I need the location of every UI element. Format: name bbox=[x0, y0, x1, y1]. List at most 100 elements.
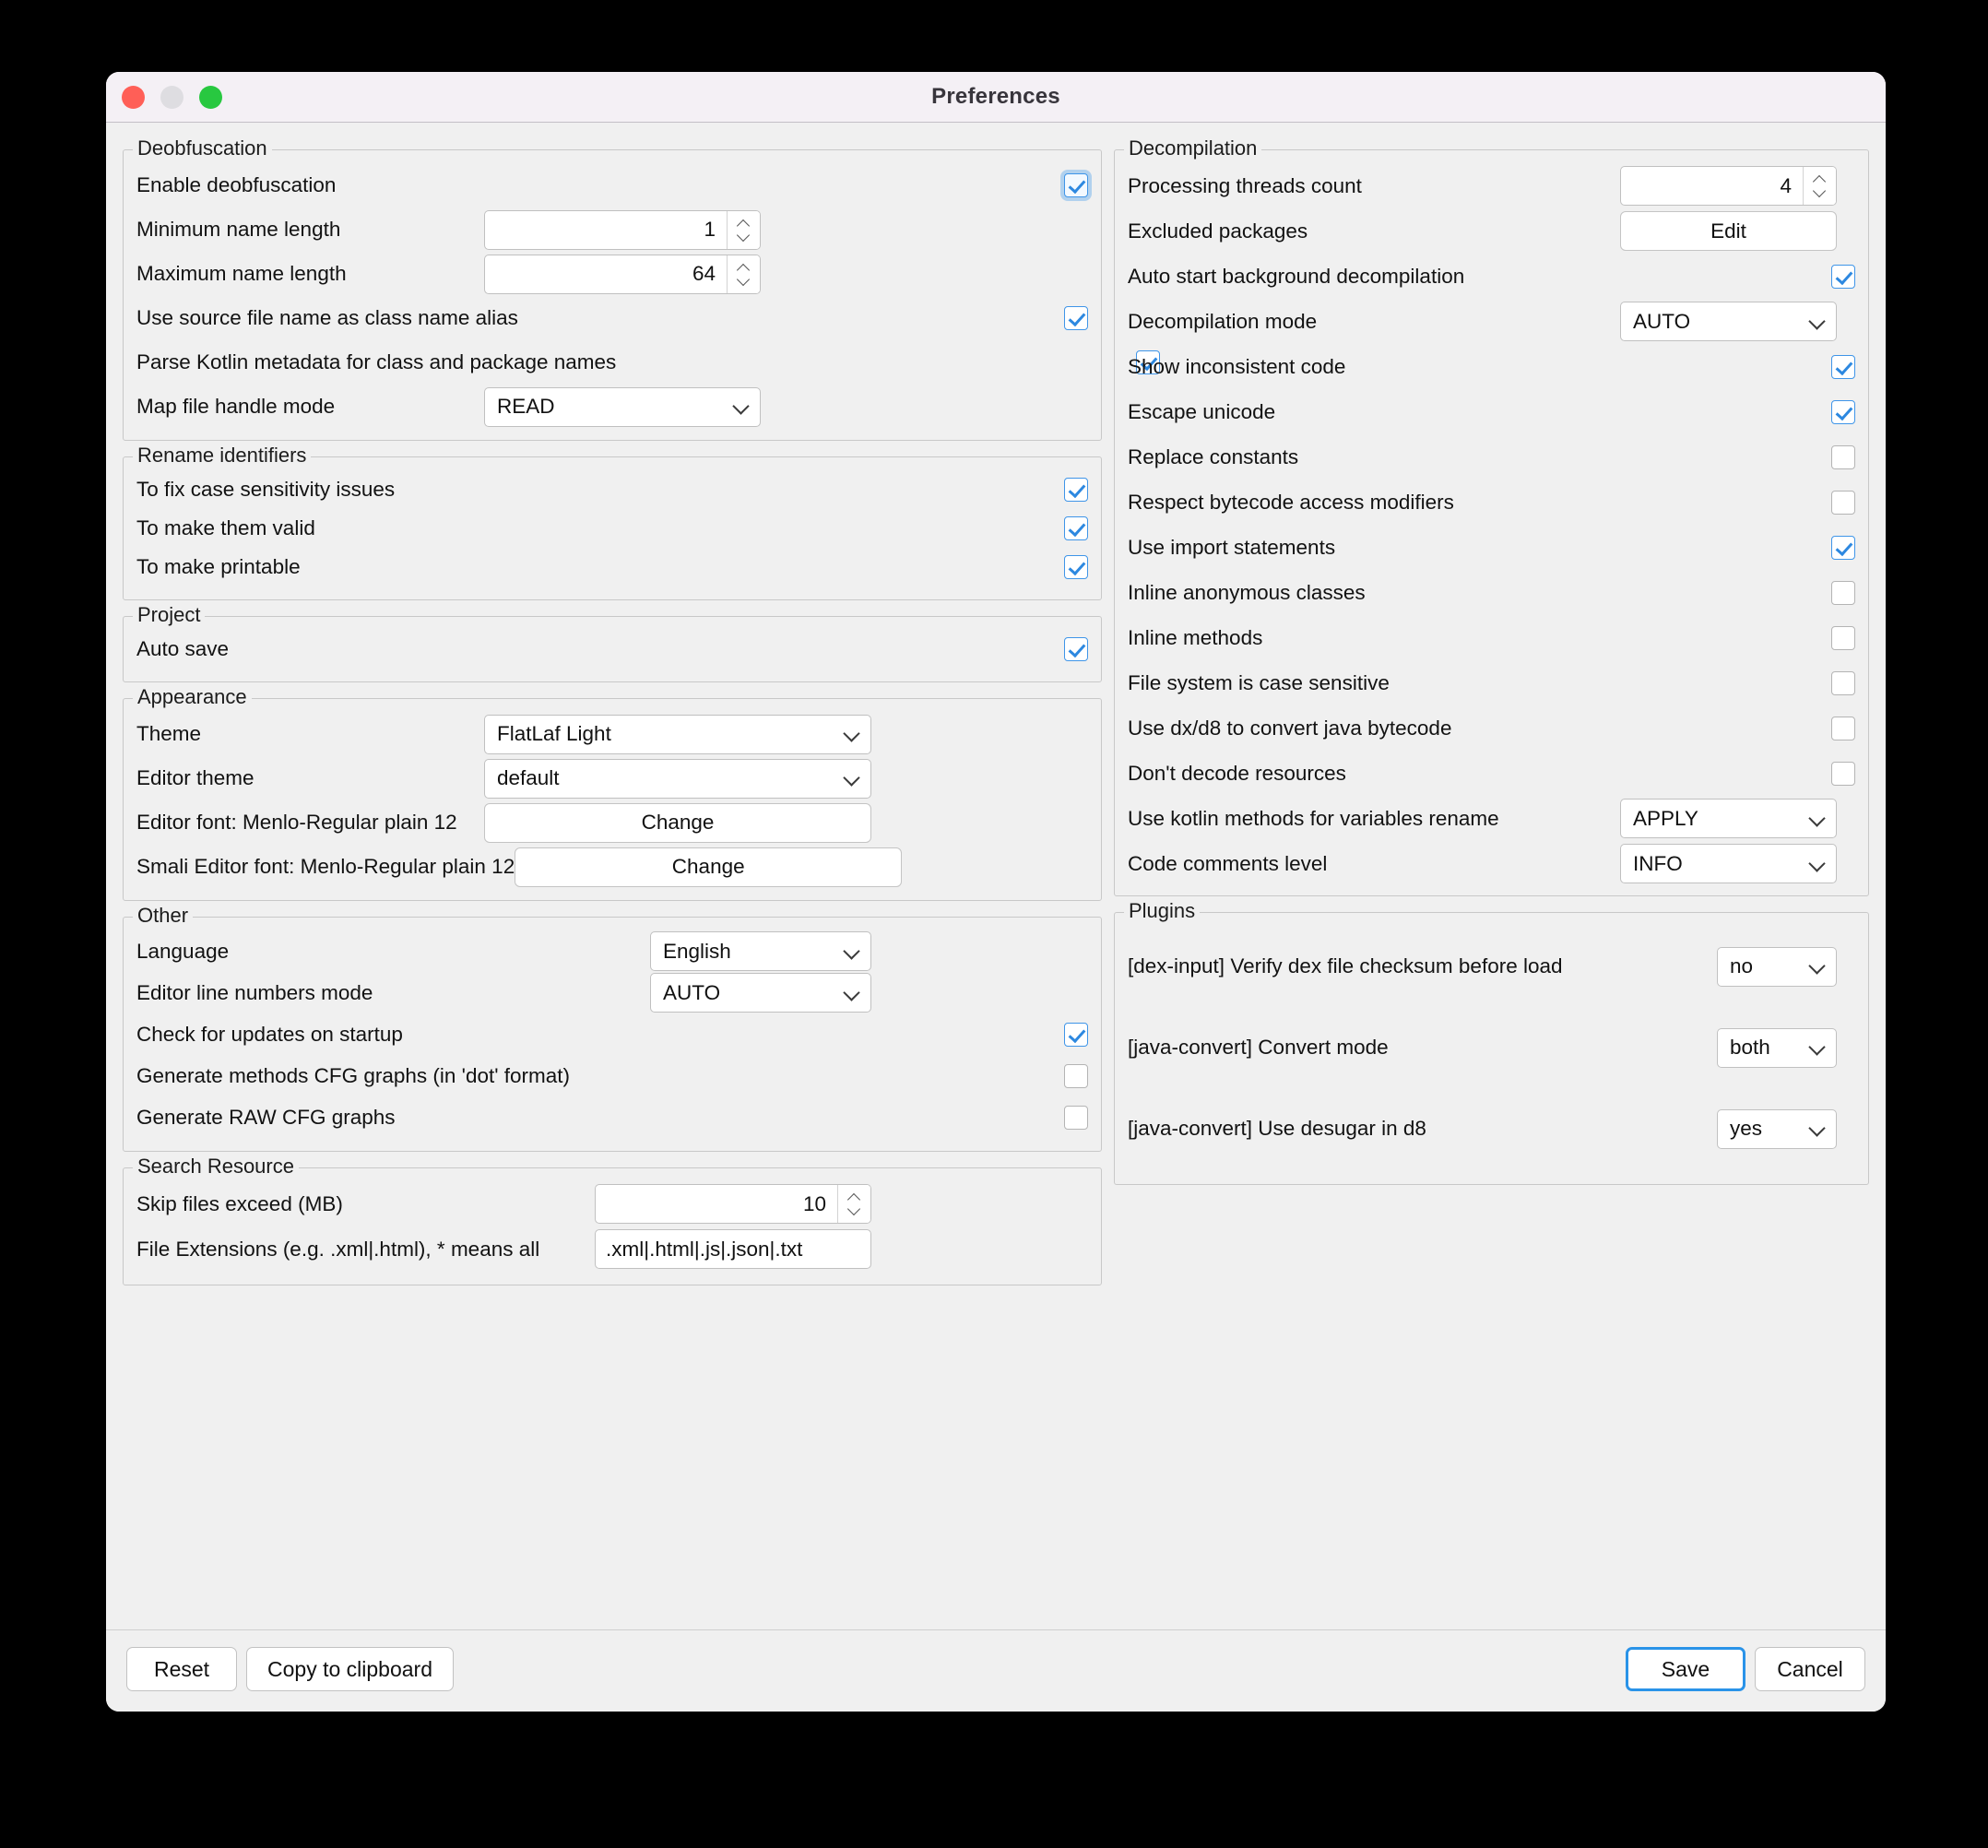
chevron-down-icon[interactable] bbox=[738, 232, 750, 240]
label-use-source-file-name-as-class-name-alias: Use source file name as class name alias bbox=[136, 306, 518, 329]
row-escape-unicode: Escape unicode bbox=[1128, 389, 1855, 434]
spinner-maximum-name-length[interactable]: 64 bbox=[484, 254, 761, 294]
chevron-down-icon[interactable] bbox=[848, 1206, 860, 1214]
row-to-make-printable: To make printable bbox=[136, 548, 1088, 586]
label-replace-constants: Replace constants bbox=[1128, 444, 1299, 468]
copy-to-clipboard-button[interactable]: Copy to clipboard bbox=[246, 1647, 454, 1691]
right-column: Decompilation Processing threads count 4 Ex… bbox=[1114, 134, 1869, 1629]
select-java-convert-use-desugar-in-d8[interactable]: yes bbox=[1717, 1108, 1837, 1149]
checkbox-auto-start-background-decompilation[interactable] bbox=[1831, 264, 1855, 289]
spinner-value[interactable]: 4 bbox=[1621, 174, 1803, 198]
checkbox-use-import-statements[interactable] bbox=[1831, 535, 1855, 560]
checkbox-slot bbox=[1657, 490, 1855, 515]
chevron-down-icon[interactable] bbox=[738, 277, 750, 284]
save-button[interactable]: Save bbox=[1626, 1647, 1745, 1691]
row-maximum-name-length: Maximum name length 64 bbox=[136, 252, 1088, 296]
label-java-convert-use-desugar-in-d8: [java-convert] Use desugar in d8 bbox=[1128, 1117, 1426, 1140]
checkbox-slot bbox=[1657, 625, 1855, 650]
select-use-kotlin-methods-for-variables-rename[interactable]: APPLY bbox=[1620, 799, 1837, 838]
label-inline-methods: Inline methods bbox=[1128, 625, 1263, 649]
spinner-minimum-name-length[interactable]: 1 bbox=[484, 209, 761, 250]
spinner-arrows[interactable] bbox=[727, 255, 760, 293]
checkbox-respect-bytecode-access-modifiers[interactable] bbox=[1831, 490, 1855, 515]
chevron-down-icon bbox=[845, 989, 859, 998]
chevron-up-icon[interactable] bbox=[738, 220, 750, 228]
cancel-button[interactable]: Cancel bbox=[1755, 1647, 1865, 1691]
select-language[interactable]: English bbox=[650, 931, 871, 971]
checkbox-inline-methods[interactable] bbox=[1831, 625, 1855, 650]
label-check-for-updates-on-startup: Check for updates on startup bbox=[136, 1022, 403, 1046]
checkbox-don-t-decode-resources[interactable] bbox=[1831, 761, 1855, 786]
row-java-convert-use-desugar-in-d8: [java-convert] Use desugar in d8 yes bbox=[1128, 1088, 1855, 1169]
checkbox-file-system-is-case-sensitive[interactable] bbox=[1831, 670, 1855, 695]
row-respect-bytecode-access-modifiers: Respect bytecode access modifiers bbox=[1128, 480, 1855, 525]
edit-button-excluded-packages[interactable]: Edit bbox=[1620, 211, 1837, 251]
row-editor-theme: Editor theme default bbox=[136, 756, 1088, 800]
row-to-fix-case-sensitivity-issues: To fix case sensitivity issues bbox=[136, 470, 1088, 509]
checkbox-generate-methods-cfg-graphs-in-dot-format[interactable] bbox=[1064, 1063, 1088, 1088]
checkbox-slot bbox=[1657, 670, 1855, 695]
label-map-file-handle-mode: Map file handle mode bbox=[136, 395, 336, 418]
input-file-extensions-e-g-xml-html-means-all[interactable]: .xml|.html|.js|.json|.txt bbox=[595, 1229, 871, 1269]
chevron-up-icon[interactable] bbox=[738, 265, 750, 272]
checkbox-generate-raw-cfg-graphs[interactable] bbox=[1064, 1105, 1088, 1130]
change-button-editor-font-menlo-regular-plain-12[interactable]: Change bbox=[484, 802, 871, 843]
spinner-arrows[interactable] bbox=[1803, 167, 1836, 205]
label-editor-font-menlo-regular-plain-12: Editor font: Menlo-Regular plain 12 bbox=[136, 811, 457, 834]
select-value: AUTO bbox=[1633, 309, 1691, 333]
checkbox-enable-deobfuscation[interactable] bbox=[1064, 173, 1088, 197]
checkbox-to-make-printable[interactable] bbox=[1064, 555, 1088, 579]
select-java-convert-convert-mode[interactable]: both bbox=[1717, 1027, 1837, 1068]
chevron-down-icon bbox=[1810, 859, 1825, 869]
chevron-down-icon bbox=[845, 729, 859, 739]
checkbox-slot bbox=[659, 637, 1088, 661]
spinner-arrows[interactable] bbox=[837, 1185, 870, 1223]
chevron-down-icon bbox=[845, 774, 859, 783]
spinner-value[interactable]: 64 bbox=[485, 262, 727, 286]
left-column: Deobfuscation Enable deobfuscation Minimum… bbox=[123, 134, 1161, 1629]
checkbox-slot bbox=[692, 555, 1088, 579]
label-generate-raw-cfg-graphs: Generate RAW CFG graphs bbox=[136, 1105, 396, 1129]
checkbox-to-fix-case-sensitivity-issues[interactable] bbox=[1064, 478, 1088, 502]
row-minimum-name-length: Minimum name length 1 bbox=[136, 207, 1088, 252]
select-dex-input-verify-dex-file-checksum-before-load[interactable]: no bbox=[1717, 946, 1837, 987]
select-map-file-handle-mode[interactable]: READ bbox=[484, 386, 761, 427]
checkbox-check-for-updates-on-startup[interactable] bbox=[1064, 1022, 1088, 1047]
spinner-skip-files-exceed-mb[interactable]: 10 bbox=[595, 1184, 871, 1224]
change-button-smali-editor-font-menlo-regular-plain-12[interactable]: Change bbox=[515, 847, 903, 887]
chevron-up-icon[interactable] bbox=[1814, 176, 1826, 184]
select-value: no bbox=[1730, 954, 1754, 977]
checkbox-inline-anonymous-classes[interactable] bbox=[1831, 580, 1855, 605]
label-smali-editor-font-menlo-regular-plain-12: Smali Editor font: Menlo-Regular plain 1… bbox=[136, 855, 515, 878]
group-search-resource: Search Resource Skip files exceed (MB) 10 F… bbox=[123, 1155, 1102, 1285]
label-theme: Theme bbox=[136, 722, 202, 745]
row-editor-font-menlo-regular-plain-12: Editor font: Menlo-Regular plain 12 Chang… bbox=[136, 800, 1088, 845]
checkbox-use-dx-d8-to-convert-java-bytecode[interactable] bbox=[1831, 716, 1855, 740]
spinner-value[interactable]: 10 bbox=[596, 1192, 837, 1216]
spinner-processing-threads-count[interactable]: 4 bbox=[1620, 166, 1837, 206]
label-processing-threads-count: Processing threads count bbox=[1128, 173, 1362, 197]
chevron-down-icon[interactable] bbox=[1814, 188, 1826, 195]
checkbox-use-source-file-name-as-class-name-alias[interactable] bbox=[1064, 306, 1088, 330]
reset-button[interactable]: Reset bbox=[126, 1647, 237, 1691]
select-editor-theme[interactable]: default bbox=[484, 758, 871, 799]
group-legend-appearance: Appearance bbox=[133, 685, 252, 709]
checkbox-auto-save[interactable] bbox=[1064, 637, 1088, 661]
checkbox-show-inconsistent-code[interactable] bbox=[1831, 354, 1855, 379]
chevron-down-icon bbox=[1810, 1124, 1825, 1133]
group-other: Other Language English Editor line numbers … bbox=[123, 904, 1102, 1152]
spinner-value[interactable]: 1 bbox=[485, 218, 727, 242]
spinner-arrows[interactable] bbox=[727, 210, 760, 249]
checkbox-slot bbox=[1657, 716, 1855, 740]
group-legend-rename-identifiers: Rename identifiers bbox=[133, 444, 312, 468]
checkbox-escape-unicode[interactable] bbox=[1831, 399, 1855, 424]
select-decompilation-mode[interactable]: AUTO bbox=[1620, 302, 1837, 341]
chevron-up-icon[interactable] bbox=[848, 1194, 860, 1202]
checkbox-to-make-them-valid[interactable] bbox=[1064, 516, 1088, 540]
select-editor-line-numbers-mode[interactable]: AUTO bbox=[650, 973, 871, 1013]
checkbox-replace-constants[interactable] bbox=[1831, 444, 1855, 469]
select-theme[interactable]: FlatLaf Light bbox=[484, 714, 871, 754]
row-don-t-decode-resources: Don't decode resources bbox=[1128, 751, 1855, 796]
row-check-for-updates-on-startup: Check for updates on startup bbox=[136, 1013, 1088, 1055]
select-code-comments-level[interactable]: INFO bbox=[1620, 844, 1837, 883]
